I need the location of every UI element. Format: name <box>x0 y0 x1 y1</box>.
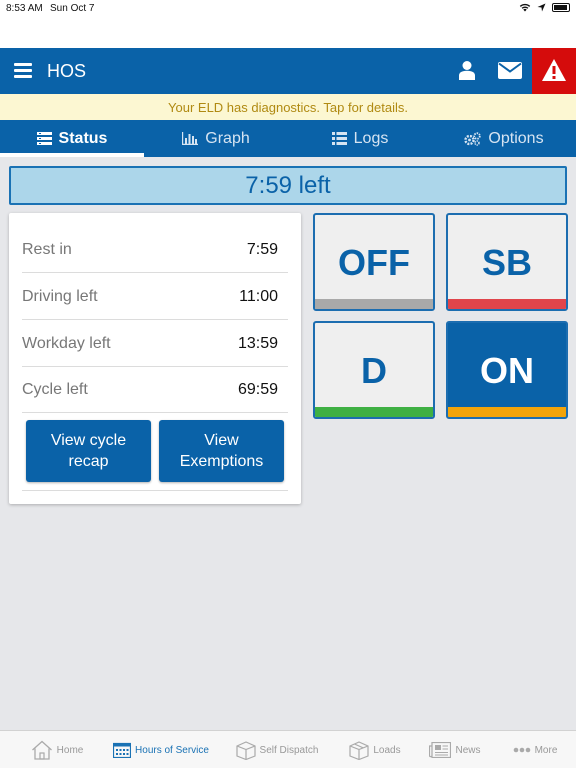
nav-loads[interactable]: Loads <box>334 731 416 768</box>
nav-home[interactable]: Home <box>0 731 102 768</box>
tab-graph[interactable]: Graph <box>144 120 288 157</box>
row-value: 11:00 <box>239 288 278 305</box>
top-spacer <box>0 16 576 48</box>
duty-color-strip <box>448 407 566 417</box>
tab-label: Graph <box>205 129 250 147</box>
duty-code: OFF <box>338 242 410 283</box>
battery-icon <box>552 2 570 12</box>
nav-self-dispatch[interactable]: Self Dispatch <box>220 731 334 768</box>
nav-label: Hours of Service <box>135 744 209 756</box>
hos-tabs: Status Graph Logs Options <box>0 120 576 157</box>
row-value: 13:59 <box>237 335 278 352</box>
time-left-bar: 7:59 left <box>9 166 567 205</box>
more-dots-icon <box>513 747 530 753</box>
duty-color-strip <box>315 407 433 417</box>
status-list-icon <box>36 132 52 145</box>
user-icon[interactable] <box>458 60 476 80</box>
diagnostic-alert-button[interactable] <box>532 48 576 94</box>
bottom-navigation: Home Hours of Service Self Dispatch Load… <box>0 730 576 768</box>
system-indicators <box>519 2 570 12</box>
newspaper-icon <box>429 742 452 758</box>
list-icon <box>331 132 347 145</box>
gears-icon <box>464 131 482 146</box>
nav-label: News <box>455 744 481 756</box>
summary-row-workday: Workday left 13:59 <box>22 320 288 367</box>
duty-code: D <box>361 350 387 391</box>
package-icon <box>349 741 369 760</box>
mail-icon[interactable] <box>498 62 522 79</box>
page-title: HOS <box>47 61 87 81</box>
duty-color-strip <box>448 299 566 309</box>
bar-graph-icon <box>182 132 199 145</box>
status-date: Sun Oct 7 <box>50 3 95 14</box>
status-time: 8:53 AM <box>6 3 43 14</box>
home-icon <box>31 740 52 760</box>
warning-icon <box>542 59 566 81</box>
row-value: 69:59 <box>237 381 278 398</box>
app-header: HOS <box>0 48 576 94</box>
wifi-icon <box>519 3 531 12</box>
nav-label: Loads <box>373 744 401 756</box>
tab-label: Status <box>58 129 108 147</box>
duty-code: SB <box>481 242 532 283</box>
card-divider <box>22 490 288 491</box>
calendar-icon <box>113 742 132 758</box>
tab-status[interactable]: Status <box>0 120 144 157</box>
duty-status-d[interactable]: D <box>313 321 435 419</box>
tab-label: Options <box>488 129 544 147</box>
tab-logs[interactable]: Logs <box>288 120 432 157</box>
view-cycle-recap-button[interactable]: View cycle recap <box>26 420 151 482</box>
row-label: Workday left <box>22 335 111 352</box>
row-label: Driving left <box>22 288 98 305</box>
hos-summary-card: Rest in 7:59 Driving left 11:00 Workday … <box>9 213 301 504</box>
duty-status-sb[interactable]: SB <box>446 213 568 311</box>
row-label: Cycle left <box>22 381 88 398</box>
summary-row-cycle: Cycle left 69:59 <box>22 366 288 413</box>
tab-options[interactable]: Options <box>432 120 576 157</box>
duty-code: ON <box>480 350 534 391</box>
tab-label: Logs <box>353 129 389 147</box>
row-label: Rest in <box>22 241 72 258</box>
view-exemptions-button[interactable]: View Exemptions <box>159 420 284 482</box>
nav-hours-of-service[interactable]: Hours of Service <box>102 731 220 768</box>
summary-row-rest: Rest in 7:59 <box>22 226 288 273</box>
diagnostics-banner[interactable]: Your ELD has diagnostics. Tap for detail… <box>0 94 576 120</box>
nav-more[interactable]: More <box>494 731 576 768</box>
summary-row-driving: Driving left 11:00 <box>22 273 288 320</box>
hamburger-menu-icon[interactable] <box>14 63 32 79</box>
nav-news[interactable]: News <box>416 731 494 768</box>
row-value: 7:59 <box>246 241 278 258</box>
nav-label: More <box>534 744 558 756</box>
box-icon <box>235 741 256 760</box>
duty-status-off[interactable]: OFF <box>313 213 435 311</box>
ios-status-bar: 8:53 AM Sun Oct 7 <box>0 0 576 16</box>
duty-color-strip <box>315 299 433 309</box>
duty-status-on[interactable]: ON <box>446 321 568 419</box>
nav-label: Self Dispatch <box>259 744 319 756</box>
nav-label: Home <box>56 744 84 756</box>
location-icon <box>537 3 546 11</box>
